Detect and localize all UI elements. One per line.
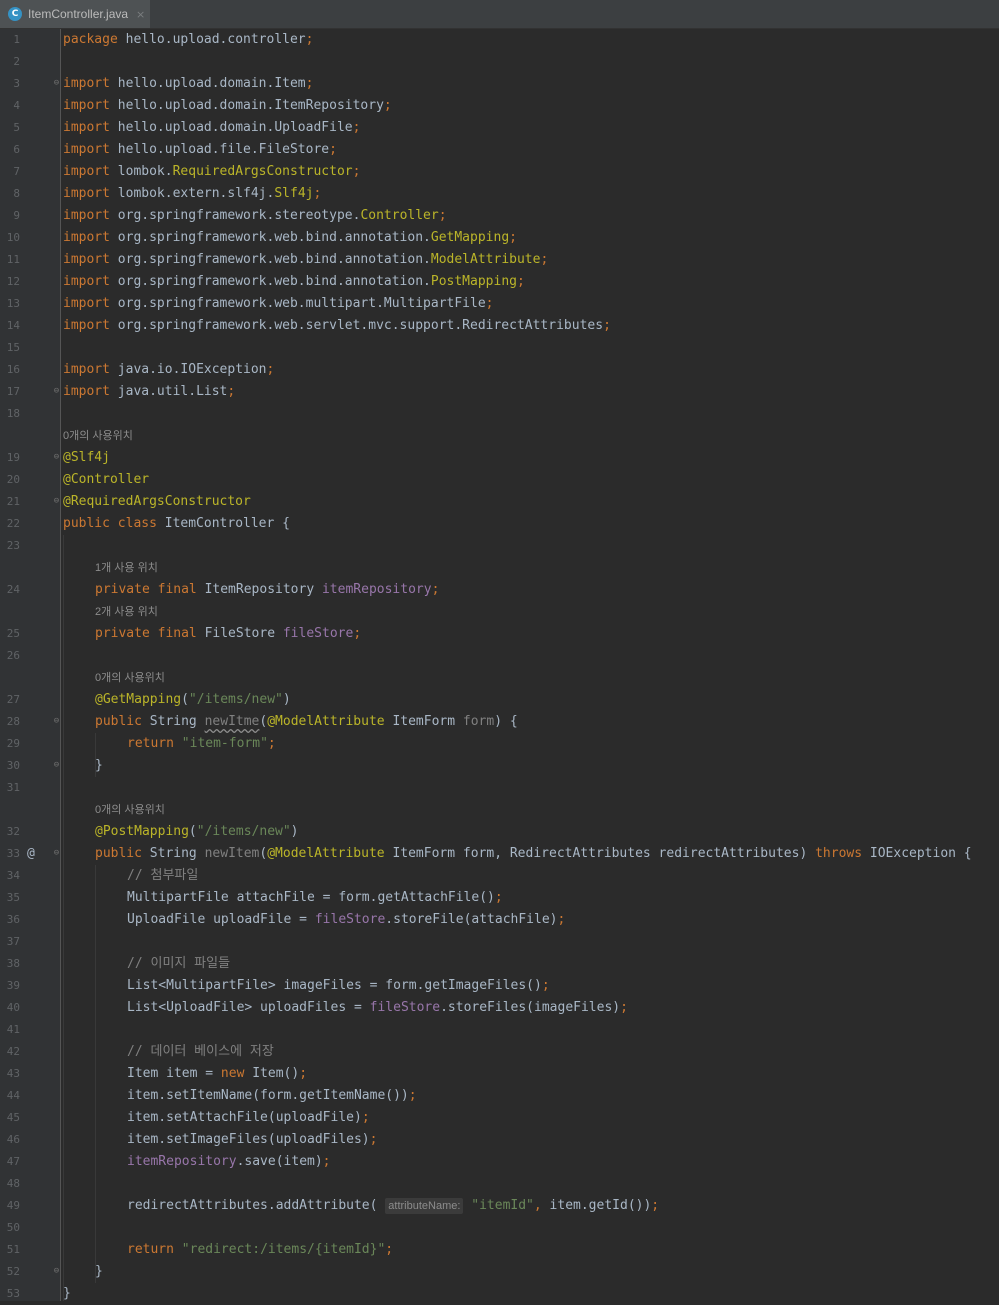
code-line: 47 itemRepository.save(item); xyxy=(6,1154,331,1169)
code-line: 43 Item item = new Item(); xyxy=(6,1066,308,1081)
code-line: 7 import lombok.RequiredArgsConstructor; xyxy=(13,164,361,179)
code-line: 49 redirectAttributes.addAttribute( attri… xyxy=(6,1198,660,1214)
usage-hint[interactable]: 1개 사용 위치 xyxy=(95,557,158,579)
code-line: 17 ⊖ import java.util.List; xyxy=(6,384,236,399)
code-line: 19 ⊖ @Slf4j xyxy=(6,450,110,465)
code-line: 14 import org.springframework.web.servlet… xyxy=(6,318,611,333)
fold-icon[interactable]: ⊖ xyxy=(52,452,61,462)
editor-tab-bar: C ItemController.java × xyxy=(0,0,999,29)
class-file-icon: C xyxy=(8,7,22,21)
usage-hint[interactable]: 0개의 사용위치 xyxy=(95,799,165,821)
code-line: 22 public class ItemController { xyxy=(6,516,290,531)
usage-hint[interactable]: 0개의 사용위치 xyxy=(95,667,165,689)
code-line: 37 xyxy=(6,935,20,948)
code-line: 2 xyxy=(13,55,20,68)
code-line: 40 List<UploadFile> uploadFiles = fileSto… xyxy=(6,1000,628,1015)
code-line: 46 item.setImageFiles(uploadFiles); xyxy=(6,1132,378,1147)
code-line: 53} xyxy=(6,1286,71,1301)
close-icon[interactable]: × xyxy=(136,8,145,21)
code-line: 16 import java.io.IOException; xyxy=(6,362,275,377)
code-line: 12 import org.springframework.web.bind.an… xyxy=(6,274,525,289)
usage-hint[interactable]: 0개의 사용위치 xyxy=(63,425,133,447)
code-line: 38// 이미지 파일들 xyxy=(6,956,231,971)
code-line: 25 private final FileStore fileStore; xyxy=(6,626,362,641)
code-line: 29 return "item-form"; xyxy=(6,736,276,751)
parameter-hint: attributeName: xyxy=(385,1198,464,1214)
code-line: 41 xyxy=(6,1023,20,1036)
tab-title: ItemController.java xyxy=(28,7,129,21)
code-line: 28 ⊖ public String newItme(@ModelAttribute… xyxy=(6,714,518,729)
code-line: 30 ⊖} xyxy=(6,758,103,773)
code-line: 50 xyxy=(6,1221,20,1234)
code-line: 35 MultipartFile attachFile = form.getAtt… xyxy=(6,890,503,905)
code-line: 6 import hello.upload.file.FileStore; xyxy=(13,142,337,157)
code-line: 48 xyxy=(6,1177,20,1190)
code-line: 10 import org.springframework.web.bind.an… xyxy=(6,230,517,245)
code-editor[interactable]: 1 package hello.upload.controller; 2 3 ⊖ im… xyxy=(0,29,999,1301)
code-line: 51 return "redirect:/items/{itemId}"; xyxy=(6,1242,394,1257)
code-line: 52 ⊖} xyxy=(6,1264,103,1279)
code-line: 4 import hello.upload.domain.ItemReposito… xyxy=(13,98,392,113)
fold-icon[interactable]: ⊖ xyxy=(52,1266,61,1276)
code-line: 27 @GetMapping("/items/new") xyxy=(6,692,291,707)
request-mapping-icon[interactable]: @ xyxy=(27,843,35,865)
code-line: 15 xyxy=(6,341,20,354)
code-line: 21 ⊖ @RequiredArgsConstructor xyxy=(6,494,251,509)
code-line: 24 private final ItemRepository itemRepos… xyxy=(6,582,440,597)
code-line: 23 xyxy=(6,539,20,552)
code-line: 1 package hello.upload.controller; xyxy=(0,29,999,51)
fold-icon[interactable]: ⊖ xyxy=(52,716,61,726)
fold-icon[interactable]: ⊖ xyxy=(52,78,61,88)
code-text: package hello.upload.controller; xyxy=(63,32,314,47)
code-line: 9 import org.springframework.stereotype.C… xyxy=(13,208,447,223)
code-line: 39 List<MultipartFile> imageFiles = form.… xyxy=(6,978,550,993)
code-line: 36 UploadFile uploadFile = fileStore.stor… xyxy=(6,912,566,927)
code-line: 32 @PostMapping("/items/new") xyxy=(6,824,299,839)
fold-icon[interactable]: ⊖ xyxy=(52,848,61,858)
code-line: 33 @ ⊖ public String newItem(@ModelAttribut… xyxy=(0,843,999,865)
code-line: 18 xyxy=(6,407,20,420)
fold-icon[interactable]: ⊖ xyxy=(52,496,61,506)
code-line: 45 item.setAttachFile(uploadFile); xyxy=(6,1110,370,1125)
code-line: 44 item.setItemName(form.getItemName()); xyxy=(6,1088,417,1103)
code-line: 3 ⊖ import hello.upload.domain.Item; xyxy=(13,76,314,91)
code-line: 26 xyxy=(6,649,20,662)
code-line: 5 import hello.upload.domain.UploadFile; xyxy=(13,120,361,135)
fold-icon[interactable]: ⊖ xyxy=(52,760,61,770)
code-line: 20 @Controller xyxy=(6,472,150,487)
code-line: 34// 첨부파일 xyxy=(6,868,199,883)
code-line: 13 import org.springframework.web.multipa… xyxy=(6,296,494,311)
code-line: 42// 데이터 베이스에 저장 xyxy=(6,1044,274,1059)
tab-itemcontroller[interactable]: C ItemController.java × xyxy=(0,0,150,28)
fold-icon[interactable]: ⊖ xyxy=(52,386,61,396)
code-line: 8 import lombok.extern.slf4j.Slf4j; xyxy=(13,186,322,201)
usage-hint[interactable]: 2개 사용 위치 xyxy=(95,601,158,623)
code-line: 11 import org.springframework.web.bind.an… xyxy=(6,252,549,267)
code-line: 31 xyxy=(6,781,20,794)
